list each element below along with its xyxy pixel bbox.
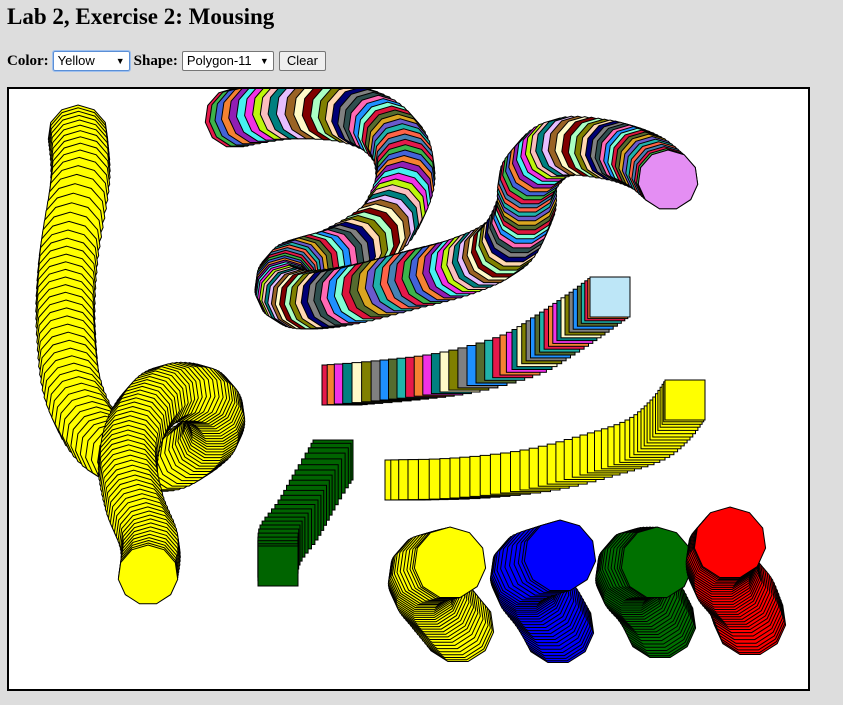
- drawing-canvas[interactable]: [7, 87, 810, 691]
- shape-select[interactable]: Polygon-11 ▼: [181, 51, 274, 71]
- stroke-blue-blob: [489, 519, 597, 663]
- stroke-red-blob: [685, 506, 787, 655]
- color-label: Color:: [7, 52, 49, 69]
- drawing-surface[interactable]: [9, 89, 808, 689]
- color-select[interactable]: Yellow ▼: [51, 50, 131, 72]
- stroke-green-blob: [595, 526, 697, 658]
- chevron-down-icon: ▼: [115, 56, 125, 66]
- stroke-yellow-blob: [387, 526, 495, 662]
- toolbar: Color: Yellow ▼ Shape: Polygon-11 ▼ Clea…: [7, 50, 326, 72]
- page-title: Lab 2, Exercise 2: Mousing: [7, 4, 275, 29]
- color-select-value: Yellow: [57, 53, 95, 68]
- stroke-green-squares: [257, 439, 354, 587]
- shape-label: Shape:: [133, 52, 178, 69]
- clear-button[interactable]: Clear: [278, 51, 326, 71]
- chevron-down-icon: ▼: [259, 56, 269, 66]
- stroke-yellow-loop: [35, 104, 246, 605]
- shape-select-value: Polygon-11: [186, 53, 252, 68]
